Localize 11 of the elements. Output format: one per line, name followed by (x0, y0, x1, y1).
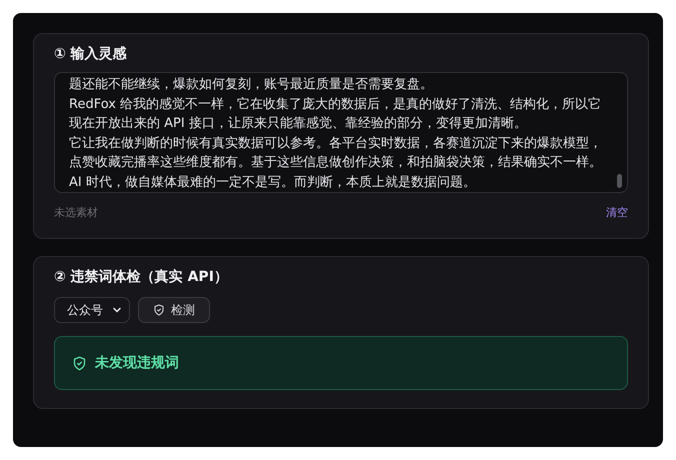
result-text: 未发现违规词 (95, 354, 179, 372)
check-button[interactable]: 检测 (138, 297, 210, 323)
section-title: ② 违禁词体检（真实 API） (54, 268, 229, 287)
platform-select[interactable]: 公众号 (54, 297, 130, 323)
text-area[interactable]: 题还能不能继续，爆款如何复刻，账号最近质量是否需要复盘。 RedFox 给我的感觉不一样，它在收集了庞大的数据后，是真的做好了清洗、结构化，所以它 现在开放出来的 API 接口，让原来只能靠感觉、靠经验的部分，变得更加清晰。 它让我在做判断的时候有真实数据可以参考。各平台实时数据，各赛道沉淀下来的爆款模型， 点赞收藏完播率这些维度都有。基于这些信息做创作决策，和拍脑袋决策，结果确实不一样。 AI 时代，做自媒体最难的一定不是写。而判断，本质上就是数据问题。 (54, 72, 628, 193)
shield-icon (153, 304, 165, 316)
shield-check-icon (72, 356, 87, 370)
section-title: ① 输入灵感 (54, 45, 128, 64)
scrollbar-thumb[interactable] (617, 174, 622, 188)
clear-button[interactable]: 清空 (606, 205, 628, 220)
material-status: 未选素材 (54, 205, 98, 220)
